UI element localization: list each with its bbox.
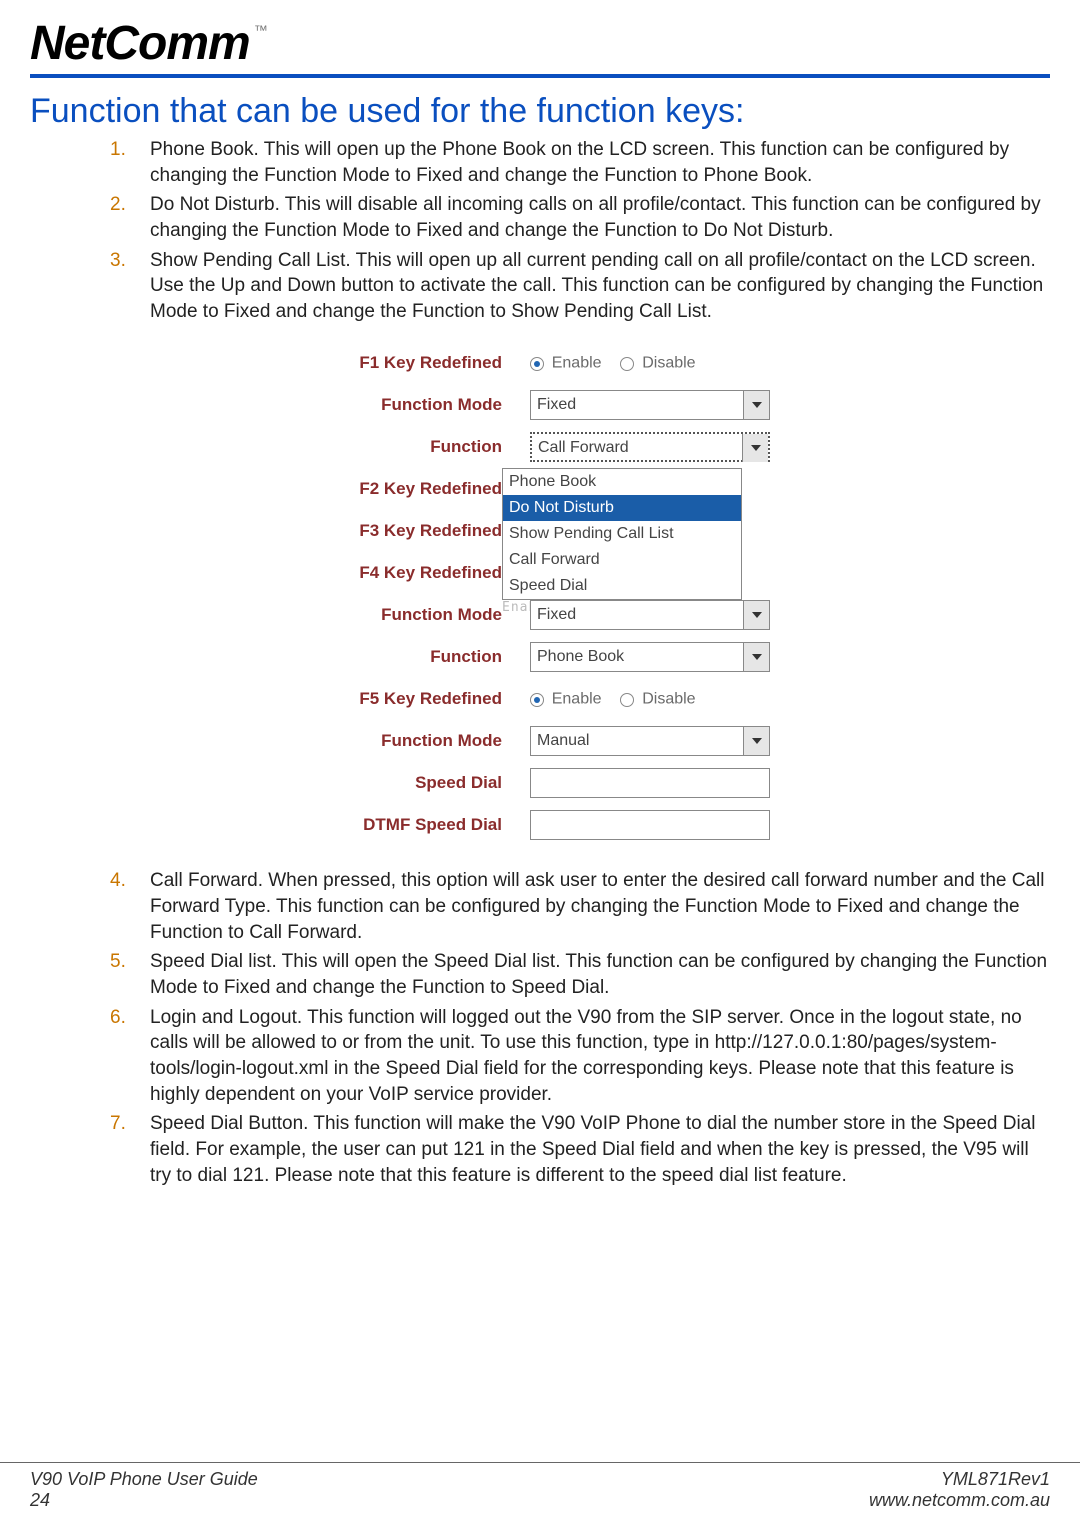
header-bar: NetComm ™ [30, 20, 1050, 78]
list-number: 4. [110, 868, 126, 894]
list-number: 1. [110, 137, 126, 163]
f4-key-redefined-label: F4 Key Redefined [230, 563, 530, 583]
list-number: 3. [110, 248, 126, 274]
f1-function-mode-select[interactable]: Fixed [530, 390, 770, 420]
footer-url: www.netcomm.com.au [869, 1490, 1050, 1511]
f3-key-redefined-label: F3 Key Redefined [230, 521, 530, 541]
f1-function-mode-label: Function Mode [230, 395, 530, 415]
select-value: Call Forward [538, 439, 629, 456]
speed-dial-label: Speed Dial [230, 773, 530, 793]
f1-key-redefined-label: F1 Key Redefined [230, 353, 530, 373]
footer-revision: YML871Rev1 [869, 1469, 1050, 1490]
dropdown-option[interactable]: Speed Dial [503, 573, 741, 599]
enable-label: Enable [552, 355, 602, 372]
list-item: 2. Do Not Disturb. This will disable all … [110, 192, 1050, 243]
select-value: Phone Book [537, 648, 624, 665]
list-number: 5. [110, 949, 126, 975]
list-number: 2. [110, 192, 126, 218]
list-number: 7. [110, 1111, 126, 1137]
list-text: Speed Dial Button. This function will ma… [150, 1113, 1035, 1185]
brand-logo: NetComm [30, 20, 250, 68]
dropdown-option[interactable]: Call Forward [503, 547, 741, 573]
list-item: 4. Call Forward. When pressed, this optio… [110, 868, 1050, 945]
top-list: 1. Phone Book. This will open up the Phon… [30, 137, 1050, 324]
dropdown-option[interactable]: Show Pending Call List [503, 521, 741, 547]
trademark-symbol: ™ [254, 22, 268, 38]
list-item: 3. Show Pending Call List. This will open… [110, 248, 1050, 325]
list-text: Do Not Disturb. This will disable all in… [150, 194, 1041, 241]
chevron-down-icon [743, 391, 769, 419]
select-value: Fixed [537, 606, 576, 623]
page-footer: V90 VoIP Phone User Guide 24 YML871Rev1 … [0, 1462, 1080, 1511]
enable-label: Enable [552, 691, 602, 708]
footer-page-number: 24 [30, 1490, 258, 1511]
list-text: Show Pending Call List. This will open u… [150, 250, 1043, 322]
f5-key-redefined-label: F5 Key Redefined [230, 689, 530, 709]
chevron-down-icon [743, 643, 769, 671]
dtmf-speed-dial-label: DTMF Speed Dial [230, 815, 530, 835]
f1-enable-radio[interactable] [530, 357, 544, 371]
footer-guide-title: V90 VoIP Phone User Guide [30, 1469, 258, 1490]
function-dropdown-panel[interactable]: Phone Book Do Not Disturb Show Pending C… [502, 468, 742, 600]
f4-function-select[interactable]: Phone Book [530, 642, 770, 672]
chevron-down-icon [743, 727, 769, 755]
dtmf-speed-dial-input[interactable] [530, 810, 770, 840]
list-text: Speed Dial list. This will open the Spee… [150, 951, 1047, 998]
chevron-down-icon [743, 601, 769, 629]
page-title: Function that can be used for the functi… [30, 92, 1050, 131]
f4-function-label: Function [230, 647, 530, 667]
disable-label: Disable [642, 355, 695, 372]
select-value: Fixed [537, 396, 576, 413]
config-form-figure: F1 Key Redefined Enable Disable Function… [230, 342, 850, 846]
f5-function-mode-label: Function Mode [230, 731, 530, 751]
speed-dial-input[interactable] [530, 768, 770, 798]
f4-function-mode-label: Function Mode [230, 605, 530, 625]
disable-label: Disable [642, 691, 695, 708]
f1-function-label: Function [230, 437, 530, 457]
list-item: 7. Speed Dial Button. This function will … [110, 1111, 1050, 1188]
f4-function-mode-select[interactable]: Fixed [530, 600, 770, 630]
list-item: 5. Speed Dial list. This will open the Sp… [110, 949, 1050, 1000]
f2-key-redefined-label: F2 Key Redefined [230, 479, 530, 499]
f1-function-select[interactable]: Call Forward [530, 432, 770, 462]
bottom-list: 4. Call Forward. When pressed, this optio… [30, 868, 1050, 1188]
f1-disable-radio[interactable] [620, 357, 634, 371]
f5-disable-radio[interactable] [620, 693, 634, 707]
f5-enable-radio[interactable] [530, 693, 544, 707]
dropdown-option[interactable]: Phone Book [503, 469, 741, 495]
list-number: 6. [110, 1005, 126, 1031]
list-item: 1. Phone Book. This will open up the Phon… [110, 137, 1050, 188]
list-item: 6. Login and Logout. This function will l… [110, 1005, 1050, 1108]
select-value: Manual [537, 732, 589, 749]
dropdown-option-highlighted[interactable]: Do Not Disturb [503, 495, 741, 521]
list-text: Call Forward. When pressed, this option … [150, 870, 1044, 942]
chevron-down-icon [742, 434, 768, 462]
list-text: Phone Book. This will open up the Phone … [150, 139, 1009, 186]
f5-function-mode-select[interactable]: Manual [530, 726, 770, 756]
list-text: Login and Logout. This function will log… [150, 1007, 1022, 1105]
